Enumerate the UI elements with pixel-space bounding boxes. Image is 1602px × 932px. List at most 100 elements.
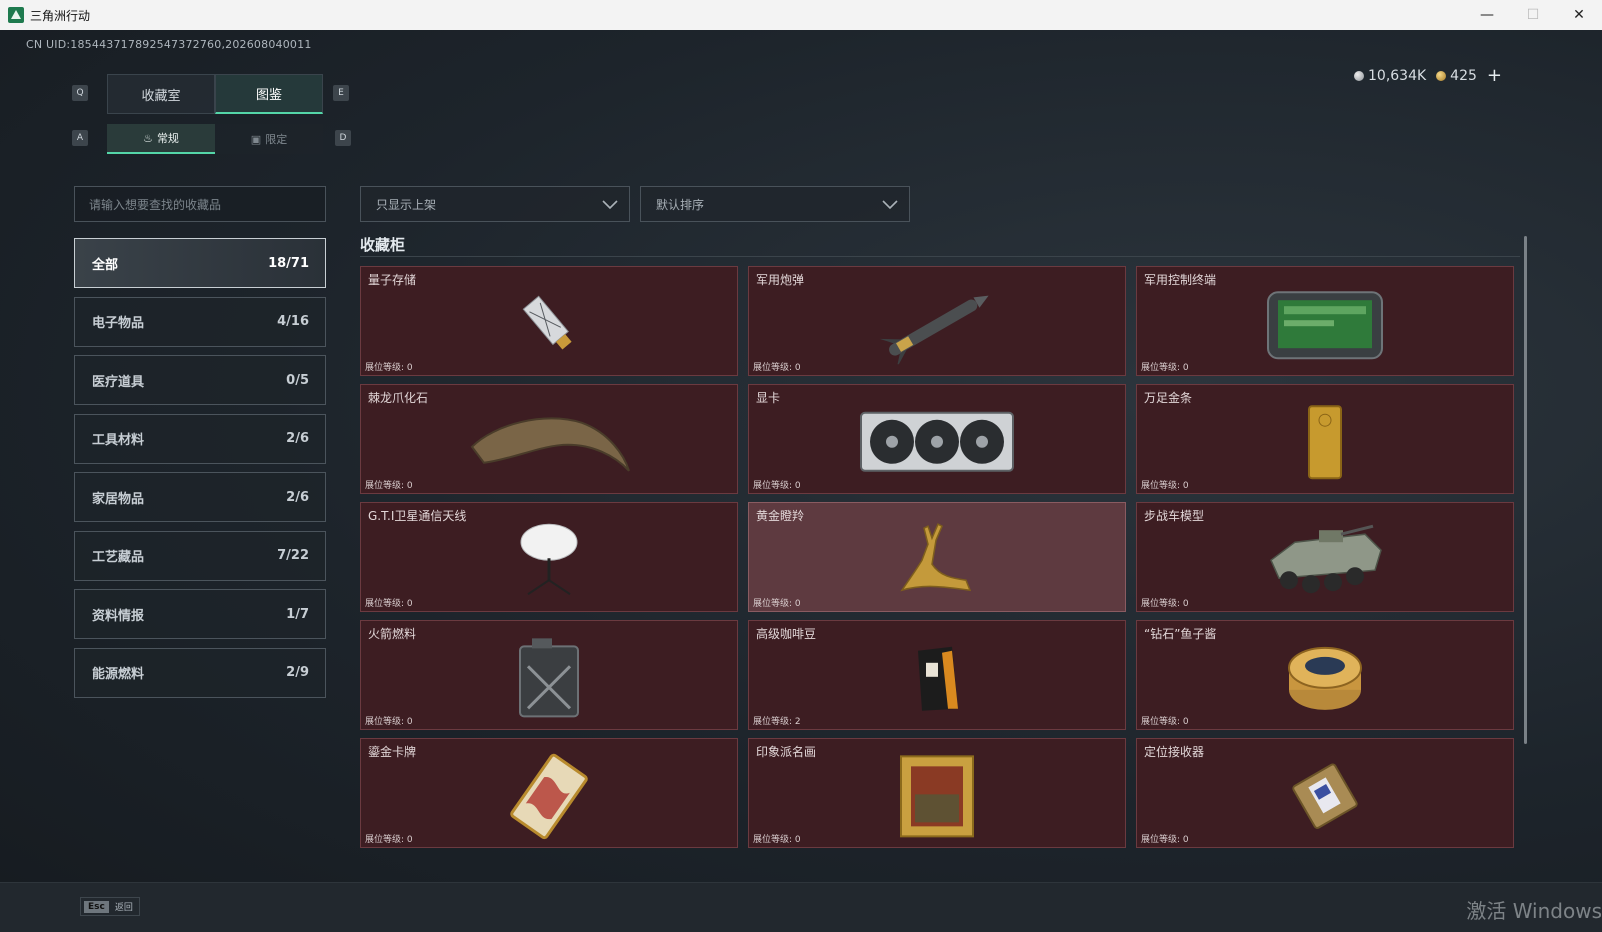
item-card[interactable]: 火箭燃料 展位等级: 0 (360, 620, 738, 730)
item-level: 展位等级: 0 (753, 481, 801, 491)
gold-bar-icon (1308, 405, 1342, 480)
category-electronics[interactable]: 电子物品 4/16 (74, 296, 326, 347)
sub-tabs: ♨ 常规 ▣ 限定 (107, 124, 323, 154)
silver-currency: 10,634K (1354, 68, 1426, 84)
category-energy[interactable]: 能源燃料 2/9 (74, 647, 326, 698)
item-name: 鎏金卡牌 (368, 745, 417, 759)
main-tabs: 收藏室 图鉴 (107, 74, 323, 114)
item-grid: 量子存储 展位等级: 0 军用炮弹 展位等级: 0 军用控制终端 展位等级: 0 (360, 266, 1526, 848)
category-label: 工艺藏品 (92, 550, 145, 565)
item-card[interactable]: 黄金瞪羚 展位等级: 0 (748, 502, 1126, 612)
item-card[interactable]: 鎏金卡牌 展位等级: 0 (360, 738, 738, 848)
item-card[interactable]: “钻石”鱼子酱 展位等级: 0 (1136, 620, 1514, 730)
item-card[interactable]: 高级咖啡豆 展位等级: 2 (748, 620, 1126, 730)
item-name: 量子存储 (368, 273, 417, 287)
category-household[interactable]: 家居物品 2/6 (74, 472, 326, 522)
golden-gazelle-icon (900, 523, 972, 592)
bottom-bar: Esc 返回 激活 Windows (0, 882, 1602, 932)
item-card[interactable]: G.T.I卫星通信天线 展位等级: 0 (360, 502, 738, 612)
ifv-model-icon (1270, 524, 1382, 594)
category-tools[interactable]: 工具材料 2/6 (74, 413, 326, 464)
item-name: 火箭燃料 (368, 627, 417, 641)
category-crafts[interactable]: 工艺藏品 7/22 (74, 530, 326, 581)
gold-currency: 425 (1436, 68, 1477, 84)
gold-coin-icon (1436, 70, 1447, 81)
category-medical[interactable]: 医疗道具 0/5 (74, 355, 326, 405)
fuel-can-icon (519, 638, 579, 718)
chevron-down-icon (602, 200, 618, 210)
item-level: 展位等级: 0 (365, 481, 413, 491)
silver-amount: 10,634K (1368, 67, 1427, 84)
chevron-down-icon (882, 200, 898, 210)
category-count: 2/9 (286, 665, 309, 680)
item-name: G.T.I卫星通信天线 (368, 509, 467, 523)
category-count: 2/6 (286, 489, 309, 505)
item-level: 展位等级: 0 (1141, 835, 1189, 845)
usb-drive-icon (522, 295, 572, 350)
category-intel[interactable]: 资料情报 1/7 (74, 589, 326, 639)
item-card[interactable]: 定位接收器 展位等级: 0 (1136, 738, 1514, 848)
category-label: 全部 (92, 257, 119, 273)
item-level: 展位等级: 0 (1141, 363, 1189, 373)
tab-limited-label: 限定 (265, 133, 288, 146)
minimize-button[interactable]: — (1464, 0, 1510, 30)
category-count: 2/6 (286, 431, 309, 446)
activation-watermark: 激活 Windows (1466, 899, 1602, 923)
item-name: 印象派名画 (756, 745, 817, 759)
item-name: “钻石”鱼子酱 (1144, 627, 1217, 641)
category-count: 0/5 (286, 372, 309, 388)
sort-dropdown[interactable]: 默认排序 (640, 186, 910, 222)
tab-limited[interactable]: ▣ 限定 (215, 124, 323, 154)
image-icon: ▣ (250, 132, 262, 146)
item-card[interactable]: 万足金条 展位等级: 0 (1136, 384, 1514, 494)
item-level: 展位等级: 0 (753, 835, 801, 845)
claw-fossil-icon (470, 417, 630, 472)
maximize-button[interactable]: ☐ (1510, 0, 1556, 30)
item-card[interactable]: 量子存储 展位等级: 0 (360, 266, 738, 376)
key-hint-d: D (335, 130, 351, 146)
add-currency-button[interactable]: + (1487, 65, 1502, 86)
category-label: 工具材料 (92, 433, 145, 448)
shelf-filter-value: 只显示上架 (376, 197, 437, 212)
item-level: 展位等级: 0 (753, 599, 801, 609)
category-count: 18/71 (268, 255, 309, 271)
uid-label: CN UID:18544371789254737276​0,2026080400… (26, 38, 312, 51)
caviar-tin-icon (1288, 646, 1362, 710)
item-level: 展位等级: 0 (365, 363, 413, 373)
tab-collection-room[interactable]: 收藏室 (107, 74, 215, 114)
item-name: 军用控制终端 (1144, 273, 1217, 287)
tab-codex[interactable]: 图鉴 (215, 74, 323, 114)
key-hint-e: E (333, 85, 349, 101)
category-count: 7/22 (277, 548, 309, 563)
item-card[interactable]: 印象派名画 展位等级: 0 (748, 738, 1126, 848)
category-label: 医疗道具 (92, 374, 145, 390)
gps-receiver-icon (1292, 763, 1358, 829)
item-card[interactable]: 步战车模型 展位等级: 0 (1136, 502, 1514, 612)
grid-scrollbar[interactable] (1524, 236, 1527, 744)
silver-coin-icon (1354, 70, 1364, 81)
shelf-filter-dropdown[interactable]: 只显示上架 (360, 186, 630, 222)
esc-key: Esc (84, 900, 109, 913)
item-card[interactable]: 军用控制终端 展位等级: 0 (1136, 266, 1514, 376)
category-all[interactable]: 全部 18/71 (74, 238, 326, 288)
key-hint-a: A (72, 130, 88, 146)
item-level: 展位等级: 0 (365, 835, 413, 845)
tab-regular[interactable]: ♨ 常规 (107, 124, 215, 154)
item-card[interactable]: 棘龙爪化石 展位等级: 0 (360, 384, 738, 494)
back-button[interactable]: Esc 返回 (80, 897, 140, 916)
flame-icon: ♨ (143, 131, 153, 145)
item-card[interactable]: 显卡 展位等级: 0 (748, 384, 1126, 494)
search-input[interactable]: 请输入想要查找的收藏品 (74, 186, 326, 222)
item-level: 展位等级: 0 (1141, 717, 1189, 727)
category-label: 能源燃料 (92, 667, 145, 682)
window-titlebar: 三角洲行动 — ☐ ✕ (0, 0, 1602, 30)
item-level: 展位等级: 0 (365, 717, 413, 727)
app-logo-icon (8, 7, 24, 23)
item-level: 展位等级: 0 (753, 363, 801, 373)
item-level: 展位等级: 2 (753, 717, 801, 727)
coffee-bag-icon (918, 646, 958, 711)
close-button[interactable]: ✕ (1556, 0, 1602, 30)
currency-bar: 10,634K 425 + (1354, 65, 1502, 86)
item-card[interactable]: 军用炮弹 展位等级: 0 (748, 266, 1126, 376)
category-label: 电子物品 (92, 316, 145, 331)
